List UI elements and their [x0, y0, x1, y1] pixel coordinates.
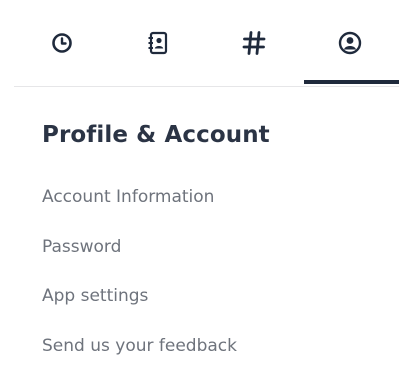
clock-icon	[51, 32, 73, 54]
menu-item-account-information[interactable]: Account Information	[42, 176, 382, 226]
section-title: Profile & Account	[42, 122, 270, 148]
profile-panel: Profile & Account Account Information Pa…	[14, 0, 399, 372]
hashtag-icon	[241, 30, 267, 56]
tab-profile[interactable]	[302, 0, 398, 86]
tab-contacts[interactable]	[110, 0, 206, 86]
active-tab-indicator	[304, 80, 399, 84]
menu-item-send-feedback[interactable]: Send us your feedback	[42, 325, 382, 374]
tab-recent[interactable]	[14, 0, 110, 86]
user-profile-icon	[338, 31, 362, 55]
tab-channels[interactable]	[206, 0, 302, 86]
contacts-book-icon	[147, 31, 169, 55]
menu-item-app-settings[interactable]: App settings	[42, 275, 382, 325]
menu-item-password[interactable]: Password	[42, 226, 382, 276]
tab-bar	[14, 0, 399, 87]
profile-menu: Account Information Password App setting…	[42, 176, 382, 374]
